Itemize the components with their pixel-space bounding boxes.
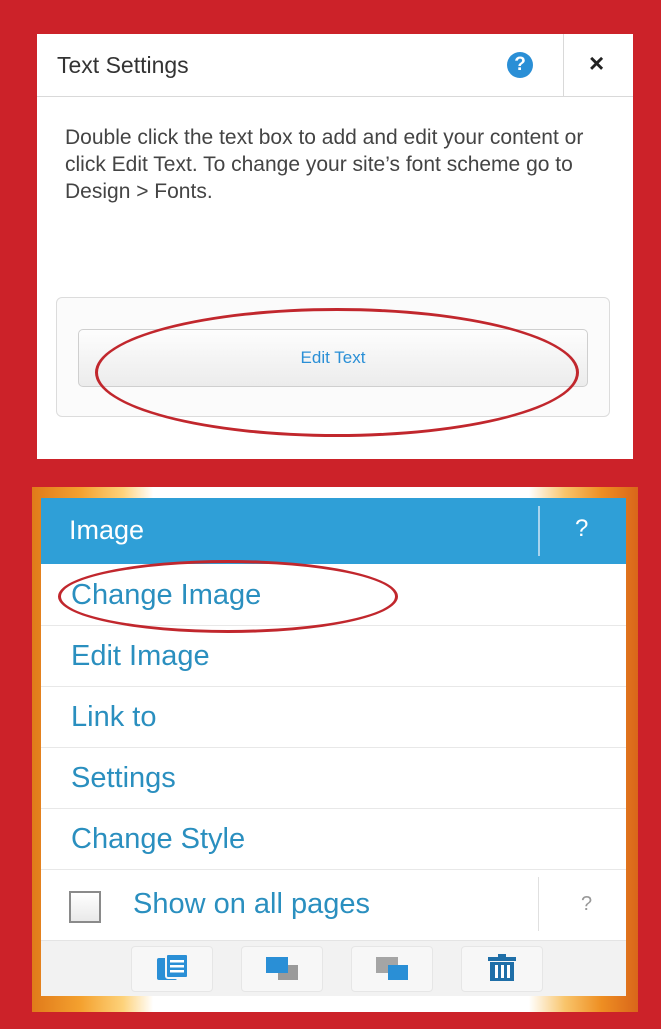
image-context-menu: Image ? Change Image Edit Image Link to …	[41, 498, 626, 996]
trash-icon	[488, 954, 516, 981]
panel-header: Text Settings ? ×	[37, 34, 633, 97]
menu-item-label: Link to	[71, 701, 157, 733]
close-button[interactable]: ×	[563, 34, 634, 96]
menu-item-label: Change Image	[71, 579, 262, 611]
help-icon[interactable]: ?	[507, 52, 533, 78]
menu-item-change-image[interactable]: Change Image	[41, 564, 626, 626]
panel-title: Text Settings	[57, 52, 189, 78]
close-icon[interactable]: ×	[589, 48, 604, 79]
show-on-all-pages-row: Show on all pages ?	[41, 869, 626, 941]
row-divider	[538, 877, 539, 931]
copy-button[interactable]	[131, 946, 213, 992]
edit-text-container: Edit Text	[56, 297, 610, 417]
panel-description: Double click the text box to add and edi…	[65, 126, 584, 203]
show-on-all-pages-label[interactable]: Show on all pages	[133, 888, 370, 921]
menu-item-link-to[interactable]: Link to	[41, 686, 626, 748]
image-toolbar	[41, 941, 626, 996]
menu-title: Image	[69, 515, 145, 545]
delete-button[interactable]	[461, 946, 543, 992]
menu-item-label: Change Style	[71, 823, 246, 855]
text-settings-panel: Text Settings ? × Double click the text …	[37, 34, 633, 459]
send-backward-icon	[376, 957, 408, 980]
show-on-all-pages-checkbox[interactable]	[69, 891, 101, 923]
copy-icon	[157, 953, 189, 980]
menu-header: Image ?	[41, 498, 626, 564]
bring-forward-button[interactable]	[241, 946, 323, 992]
header-divider	[538, 506, 540, 556]
help-icon[interactable]: ?	[581, 893, 592, 916]
send-backward-button[interactable]	[351, 946, 433, 992]
bring-forward-icon	[266, 957, 298, 980]
help-icon[interactable]: ?	[575, 515, 588, 543]
edit-text-button[interactable]: Edit Text	[78, 329, 588, 387]
menu-item-label: Settings	[71, 762, 176, 794]
menu-item-edit-image[interactable]: Edit Image	[41, 625, 626, 687]
menu-item-label: Edit Image	[71, 640, 210, 672]
menu-item-change-style[interactable]: Change Style	[41, 808, 626, 870]
menu-item-settings[interactable]: Settings	[41, 747, 626, 809]
